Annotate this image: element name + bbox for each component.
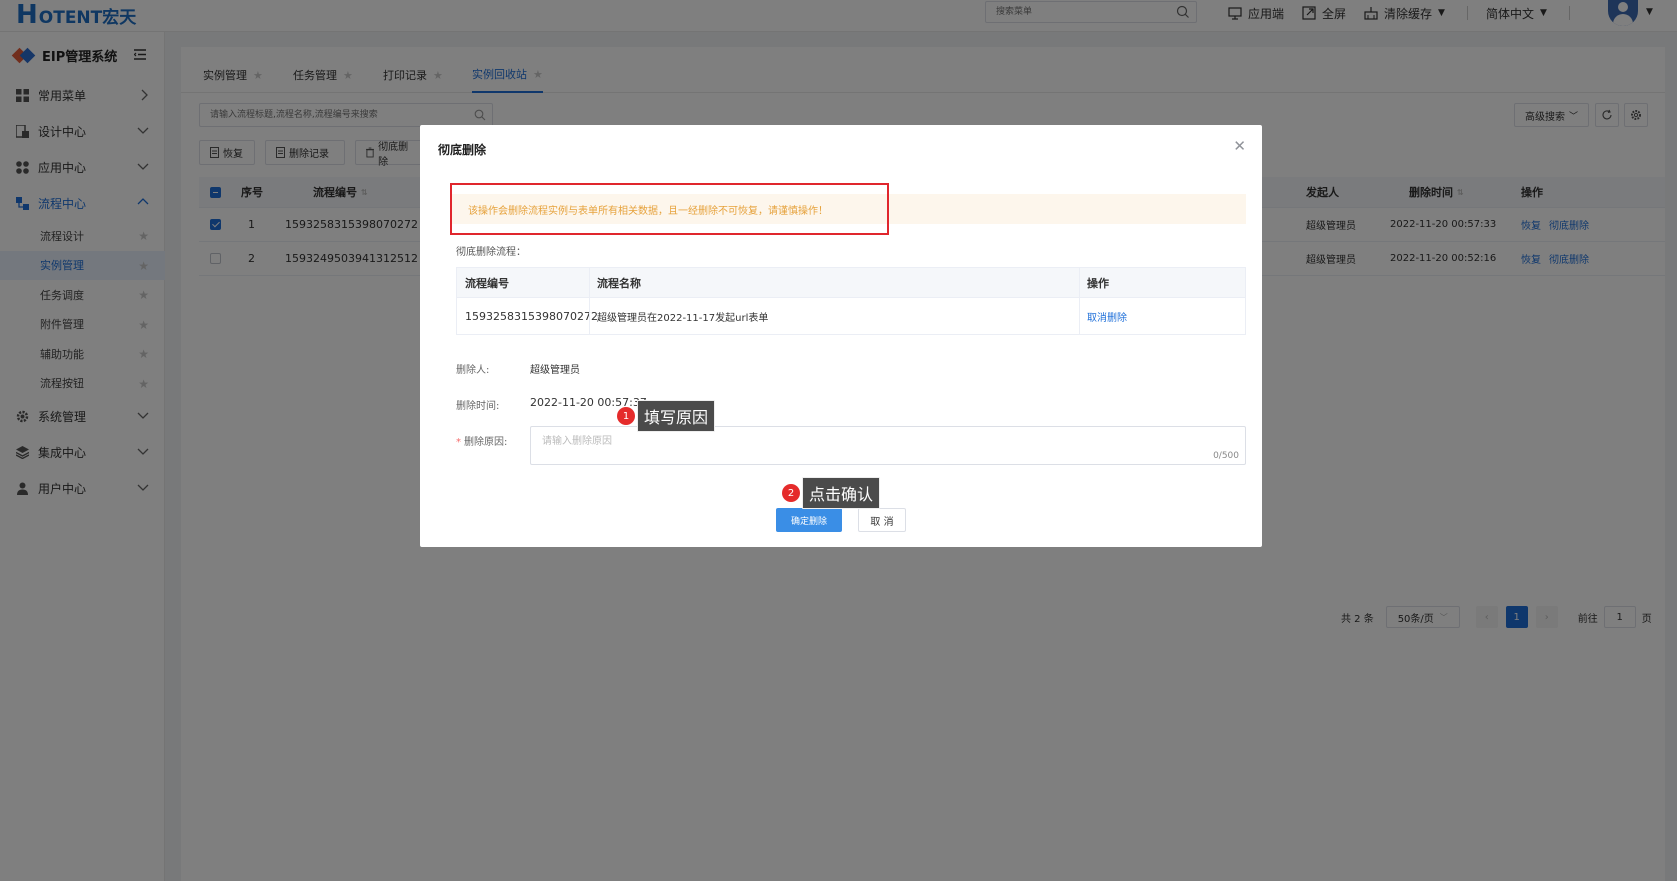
purge-process-subtitle: 彻底删除流程： bbox=[456, 247, 526, 258]
reason-label: 删除原因: bbox=[464, 437, 508, 448]
callout-number: 1 bbox=[617, 407, 635, 425]
required-marker: * bbox=[456, 437, 461, 448]
dialog-title: 彻底删除 bbox=[438, 143, 487, 157]
divider bbox=[589, 298, 590, 335]
callout-text: 点击确认 bbox=[802, 477, 881, 509]
callout-number: 2 bbox=[782, 484, 800, 502]
row-process-name: 超级管理员在2022-11-17发起url表单 bbox=[597, 313, 769, 324]
callout-click-confirm: 2 点击确认 bbox=[782, 477, 881, 509]
close-icon[interactable]: ✕ bbox=[1233, 137, 1246, 155]
column-process-name: 流程名称 bbox=[597, 276, 641, 290]
divider bbox=[1079, 268, 1080, 297]
column-action: 操作 bbox=[1087, 276, 1109, 290]
purge-process-table: 流程编号 流程名称 操作 1593258315398070272 超级管理员在2… bbox=[456, 267, 1246, 335]
reason-placeholder: 请输入删除原因 bbox=[542, 436, 612, 447]
confirm-delete-button[interactable]: 确定删除 bbox=[776, 508, 842, 532]
column-process-no: 流程编号 bbox=[465, 276, 509, 290]
divider bbox=[589, 268, 590, 297]
highlight-box bbox=[450, 183, 889, 235]
char-counter: 0/500 bbox=[1213, 451, 1239, 461]
deleter-value: 超级管理员 bbox=[530, 365, 580, 376]
cancel-button[interactable]: 取 消 bbox=[858, 508, 906, 532]
callout-text: 填写原因 bbox=[637, 400, 716, 432]
table-header: 流程编号 流程名称 操作 bbox=[457, 268, 1245, 298]
cancel-delete-link[interactable]: 取消删除 bbox=[1079, 298, 1127, 335]
delete-time-label: 删除时间: bbox=[456, 401, 500, 412]
table-row: 1593258315398070272 超级管理员在2022-11-17发起ur… bbox=[457, 298, 1245, 335]
deleter-label: 删除人: bbox=[456, 365, 490, 376]
divider bbox=[1079, 298, 1080, 335]
row-process-no: 1593258315398070272 bbox=[465, 310, 598, 323]
reason-label-wrap: * 删除原因: bbox=[456, 433, 507, 448]
callout-fill-reason: 1 填写原因 bbox=[617, 400, 716, 432]
